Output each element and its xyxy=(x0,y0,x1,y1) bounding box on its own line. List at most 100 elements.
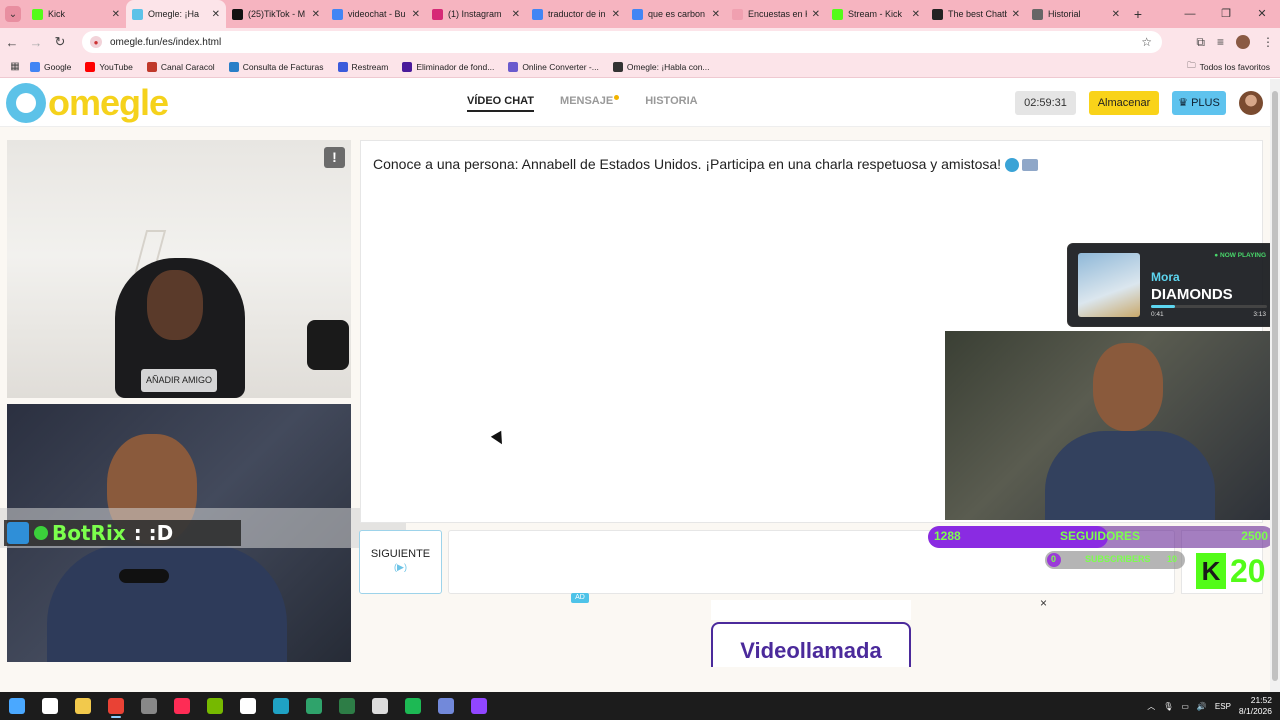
browser-tab[interactable]: videochat - Bu ✕ xyxy=(326,0,426,28)
browser-tab[interactable]: The best Chatb ✕ xyxy=(926,0,1026,28)
chrome-icon[interactable] xyxy=(99,692,132,720)
cod-icon[interactable] xyxy=(132,692,165,720)
back-icon[interactable]: ← xyxy=(0,35,24,50)
tab-close-icon[interactable]: ✕ xyxy=(512,9,520,20)
tab-close-icon[interactable]: ✕ xyxy=(412,9,420,20)
browser-tab-strip: ⌄ Kick ✕ Omegle: ¡Ha ✕ (25)TikTok - M ✕ videoc… xyxy=(0,0,1280,28)
kick-counter: K 20 xyxy=(1196,553,1274,589)
bookmark-item[interactable]: Google xyxy=(30,61,71,72)
store-button[interactable]: Almacenar xyxy=(1089,91,1159,115)
obs-icon[interactable] xyxy=(363,692,396,720)
minimize-icon[interactable]: — xyxy=(1172,0,1208,28)
nav-message[interactable]: MENSAJE xyxy=(560,95,620,112)
plus-button[interactable]: ♛ PLUS xyxy=(1172,91,1226,115)
browser-tab[interactable]: Historial ✕ xyxy=(1026,0,1126,28)
tray-chevron-icon[interactable]: ︿ xyxy=(1147,701,1155,712)
tab-close-icon[interactable]: ✕ xyxy=(212,9,220,20)
tab-close-icon[interactable]: ✕ xyxy=(312,9,320,20)
all-bookmarks[interactable]: 🗀 Todos los favoritos xyxy=(1187,60,1270,74)
subs-count: 0 xyxy=(1051,554,1057,564)
new-tab-button[interactable]: + xyxy=(1126,6,1150,22)
browser-tab[interactable]: Encuestas en K ✕ xyxy=(726,0,826,28)
bookmark-item[interactable]: Online Converter -... xyxy=(508,61,599,72)
omegle-logo[interactable]: omegle xyxy=(6,83,169,123)
tab-close-icon[interactable]: ✕ xyxy=(612,9,620,20)
extensions-icon[interactable]: ⧉ xyxy=(1196,35,1205,50)
twitch-icon[interactable] xyxy=(462,692,495,720)
search-icon[interactable] xyxy=(33,692,66,720)
crown-icon: ♛ xyxy=(1178,97,1189,109)
bookmark-favicon-icon xyxy=(612,61,623,72)
tab-close-icon[interactable]: ✕ xyxy=(112,9,120,20)
browser-tab[interactable]: Omegle: ¡Ha ✕ xyxy=(126,0,226,28)
windows-glyph xyxy=(8,698,25,714)
browser-tab[interactable]: que es carbon ✕ xyxy=(626,0,726,28)
volume-icon[interactable]: 🔊 xyxy=(1197,702,1207,711)
bookmark-item[interactable]: Eliminador de fond... xyxy=(402,61,494,72)
terminal-icon[interactable] xyxy=(330,692,363,720)
tab-close-icon[interactable]: ✕ xyxy=(712,9,720,20)
nvidia-icon[interactable] xyxy=(198,692,231,720)
bookmark-item[interactable]: Restream xyxy=(337,61,388,72)
cod-glyph xyxy=(140,698,157,714)
ad-banner[interactable]: Videollamada xyxy=(711,622,911,667)
tab-close-icon[interactable]: ✕ xyxy=(812,9,820,20)
mic-icon[interactable]: 🎙 xyxy=(1163,702,1173,711)
file-explorer-glyph xyxy=(74,698,91,714)
profile-avatar[interactable] xyxy=(1236,35,1250,49)
site-info-icon[interactable]: ● xyxy=(90,36,102,48)
media-icon[interactable]: ≡ xyxy=(1217,35,1224,49)
url-bar[interactable]: ● omegle.fun/es/index.html ☆ xyxy=(82,31,1162,53)
browser-tab[interactable]: traductor de in ✕ xyxy=(526,0,626,28)
bookmark-item[interactable]: YouTube xyxy=(85,61,133,72)
bookmark-favicon-icon xyxy=(508,61,519,72)
store-glyph xyxy=(305,698,322,714)
next-button[interactable]: SIGUIENTE (▶) xyxy=(359,530,442,594)
reload-icon[interactable]: ↻ xyxy=(48,34,72,50)
menu-dots-icon[interactable]: ⋮ xyxy=(1262,35,1274,49)
clock[interactable]: 21:52 8/1/2026 xyxy=(1239,695,1272,717)
ad-close-button[interactable]: × xyxy=(1040,596,1047,610)
language-indicator[interactable]: ESP xyxy=(1215,702,1231,711)
tab-close-icon[interactable]: ✕ xyxy=(912,9,920,20)
tiktok-icon[interactable] xyxy=(165,692,198,720)
user-avatar[interactable] xyxy=(1239,91,1263,115)
file-explorer-icon[interactable] xyxy=(66,692,99,720)
bookmark-item[interactable]: Canal Caracol xyxy=(146,61,215,72)
restore-icon[interactable]: ❐ xyxy=(1208,0,1244,28)
nav-video-chat[interactable]: VÍDEO CHAT xyxy=(467,95,535,112)
bookmark-star-icon[interactable]: ☆ xyxy=(1141,35,1152,49)
store-icon[interactable] xyxy=(297,692,330,720)
network-icon[interactable]: ▭ xyxy=(1181,702,1189,711)
browser-tab[interactable]: Stream - Kick ✕ xyxy=(826,0,926,28)
browser-tab[interactable]: Kick ✕ xyxy=(26,0,126,28)
windows-icon[interactable] xyxy=(0,692,33,720)
tab-close-icon[interactable]: ✕ xyxy=(1012,9,1020,20)
add-friend-button[interactable]: AÑADIR AMIGO xyxy=(141,369,217,392)
discord-icon[interactable] xyxy=(429,692,462,720)
report-button[interactable]: ! xyxy=(324,147,345,168)
browser-tab[interactable]: (1) Instagram ✕ xyxy=(426,0,526,28)
tab-search-button[interactable]: ⌄ xyxy=(0,0,26,28)
bookmark-favicon-icon xyxy=(402,61,413,72)
kick-count: 20 xyxy=(1230,553,1266,589)
streamer-body xyxy=(1045,431,1215,520)
tab-label: Historial xyxy=(1048,9,1081,19)
close-window-icon[interactable]: ✕ xyxy=(1244,0,1280,28)
track-duration: 3:13 xyxy=(1253,311,1266,318)
streamer-webcam xyxy=(945,331,1280,520)
apps-grid-icon[interactable]: ▦ xyxy=(0,61,30,72)
spotify-icon[interactable] xyxy=(396,692,429,720)
browser-tab[interactable]: (25)TikTok - M ✕ xyxy=(226,0,326,28)
tab-close-icon[interactable]: ✕ xyxy=(1112,9,1120,20)
forward-icon[interactable]: → xyxy=(24,35,48,50)
bookmark-label: Canal Caracol xyxy=(160,61,215,72)
tab-favicon-icon xyxy=(332,8,343,20)
tf-icon[interactable] xyxy=(231,692,264,720)
bookmark-item[interactable]: Consulta de Facturas xyxy=(228,61,324,72)
bookmark-item[interactable]: Omegle: ¡Habla con... xyxy=(612,61,710,72)
nav-history[interactable]: HISTORIA xyxy=(645,95,697,112)
edge-icon[interactable] xyxy=(264,692,297,720)
page-scrollbar[interactable] xyxy=(1270,79,1280,692)
scrollbar-thumb[interactable] xyxy=(1272,91,1278,681)
